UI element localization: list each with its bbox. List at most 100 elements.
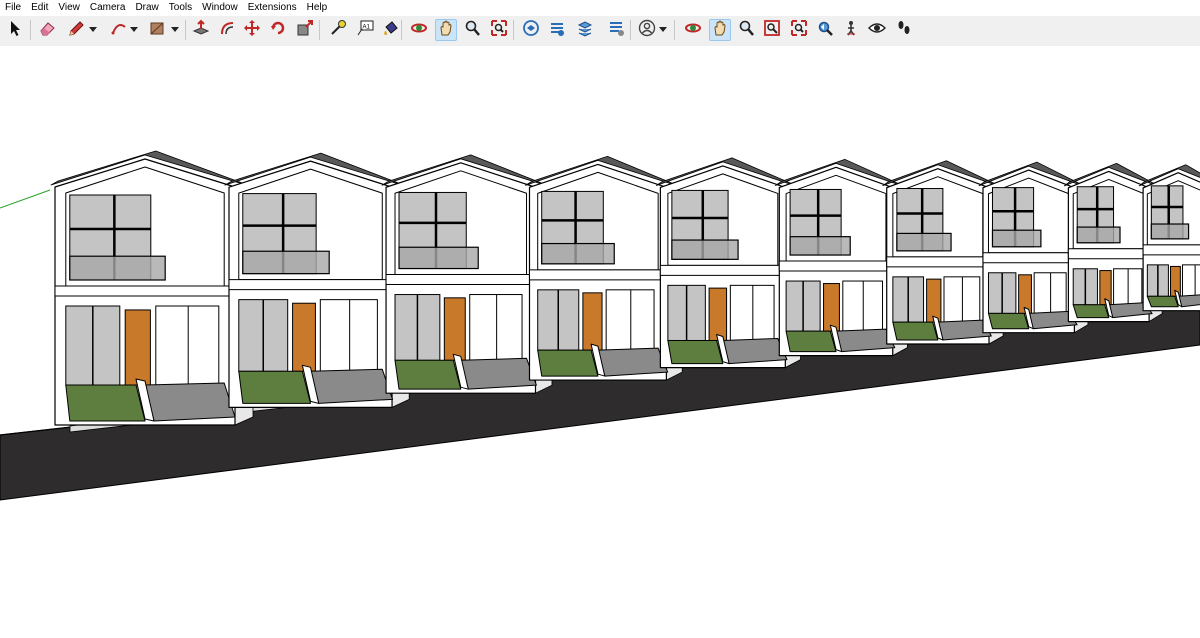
move-icon — [243, 19, 261, 42]
chevron-down-icon[interactable] — [659, 25, 667, 35]
extension-warehouse-button[interactable] — [546, 19, 568, 41]
push-pull-tool-button[interactable] — [190, 19, 212, 41]
walk-tool-button[interactable] — [893, 19, 915, 41]
extension-warehouse-icon — [548, 19, 566, 42]
front-lawn — [238, 370, 312, 404]
hand-icon — [437, 19, 455, 42]
shapes-tool-button[interactable] — [146, 19, 168, 41]
tape-measure-icon — [329, 19, 347, 42]
zoom-extents-icon — [490, 19, 508, 42]
ground-glass-panel — [469, 294, 523, 361]
zoom-extents-icon — [790, 19, 808, 42]
move-tool-button[interactable] — [241, 19, 263, 41]
floor-band — [982, 252, 1075, 264]
text-tool-button[interactable]: A1 — [354, 19, 376, 41]
orbit-tool-button[interactable] — [408, 19, 430, 41]
zoom-tool-button[interactable] — [461, 19, 483, 41]
chevron-down-icon[interactable] — [130, 25, 138, 35]
tape-measure-tool-button[interactable] — [327, 19, 349, 41]
toolbar-separator — [319, 20, 320, 40]
green-axis-line — [0, 189, 51, 209]
zoom-extents-tool-button[interactable] — [488, 19, 510, 41]
floor-band — [228, 279, 393, 291]
ground-glass-panel — [729, 284, 775, 341]
eraser-tool-button[interactable] — [36, 19, 58, 41]
front-door — [292, 302, 316, 372]
floor-band — [886, 256, 990, 268]
balcony-glass-rail — [69, 255, 166, 281]
chevron-down-icon[interactable] — [89, 25, 97, 35]
menu-help[interactable]: Help — [302, 0, 333, 16]
carport-paving — [835, 328, 896, 353]
front-lawn — [1072, 304, 1110, 319]
orbit-tool-2-button[interactable] — [682, 19, 704, 41]
front-lawn — [65, 384, 146, 422]
ground-glass-panel — [605, 289, 655, 351]
zoom-tool-2-button[interactable] — [735, 19, 757, 41]
select-tool-button[interactable] — [4, 19, 26, 41]
balcony-glass-rail — [789, 236, 851, 256]
pencil-icon — [67, 19, 85, 42]
front-lawn — [394, 359, 462, 390]
toolbar-separator — [185, 20, 186, 40]
pan-tool-button[interactable] — [435, 19, 457, 41]
3d-warehouse-button[interactable] — [520, 19, 542, 41]
paint-bucket-icon — [382, 19, 400, 42]
menu-extensions[interactable]: Extensions — [243, 0, 302, 16]
user-icon — [638, 19, 656, 42]
balcony-glass-rail — [1150, 223, 1190, 240]
position-camera-tool-button[interactable] — [840, 19, 862, 41]
balcony-glass-rail — [991, 229, 1042, 248]
zoom-extents-tool-2-button[interactable] — [788, 19, 810, 41]
scale-tool-button[interactable] — [294, 19, 316, 41]
pan-tool-2-button[interactable] — [709, 19, 731, 41]
offset-tool-button[interactable] — [216, 19, 238, 41]
front-door — [708, 287, 728, 341]
floor-band — [385, 274, 536, 286]
chevron-down-icon[interactable] — [171, 25, 179, 35]
svg-text:A1: A1 — [363, 24, 371, 30]
front-door — [823, 283, 840, 332]
menu-file[interactable]: File — [0, 0, 26, 16]
position-camera-icon — [842, 19, 860, 42]
orbit-icon — [410, 19, 428, 42]
carport-paving — [460, 357, 537, 390]
rotate-tool-button[interactable] — [267, 19, 289, 41]
magnifier-icon — [737, 19, 755, 42]
floor-band — [1142, 244, 1200, 256]
look-around-tool-button[interactable] — [866, 19, 888, 41]
paint-bucket-tool-button[interactable] — [380, 19, 402, 41]
front-door — [443, 297, 466, 361]
arc-icon — [110, 19, 128, 42]
floor-band — [1067, 248, 1150, 260]
carport-paving — [310, 368, 394, 404]
front-door — [926, 278, 942, 323]
front-door — [582, 292, 603, 351]
layout-button[interactable] — [574, 19, 596, 41]
balcony-glass-rail — [541, 242, 615, 265]
eye-icon — [868, 19, 886, 42]
layout-icon — [576, 19, 594, 42]
menu-tools[interactable]: Tools — [164, 0, 197, 16]
previous-view-button[interactable] — [814, 19, 836, 41]
push-pull-icon — [192, 19, 210, 42]
zoom-window-tool-button[interactable] — [761, 19, 783, 41]
menu-view[interactable]: View — [53, 0, 85, 16]
extension-manager-button[interactable] — [605, 19, 627, 41]
menu-window[interactable]: Window — [197, 0, 243, 16]
menu-draw[interactable]: Draw — [130, 0, 163, 16]
arc-tool-button[interactable] — [108, 19, 130, 41]
ground-glass-panel — [1181, 264, 1200, 297]
menu-camera[interactable]: Camera — [85, 0, 131, 16]
toolbar-separator — [630, 20, 631, 40]
toolbar: A1 — [0, 16, 1200, 47]
account-button[interactable] — [636, 19, 658, 41]
line-tool-button[interactable] — [65, 19, 87, 41]
warehouse-icon — [522, 19, 540, 42]
menu-bar: File Edit View Camera Draw Tools Window Extensi… — [0, 0, 1200, 16]
menu-edit[interactable]: Edit — [26, 0, 53, 16]
model-viewport[interactable] — [0, 46, 1200, 638]
ground-glass-panel — [155, 305, 220, 386]
rotate-icon — [269, 19, 287, 42]
ground-glass-panel — [943, 276, 981, 323]
